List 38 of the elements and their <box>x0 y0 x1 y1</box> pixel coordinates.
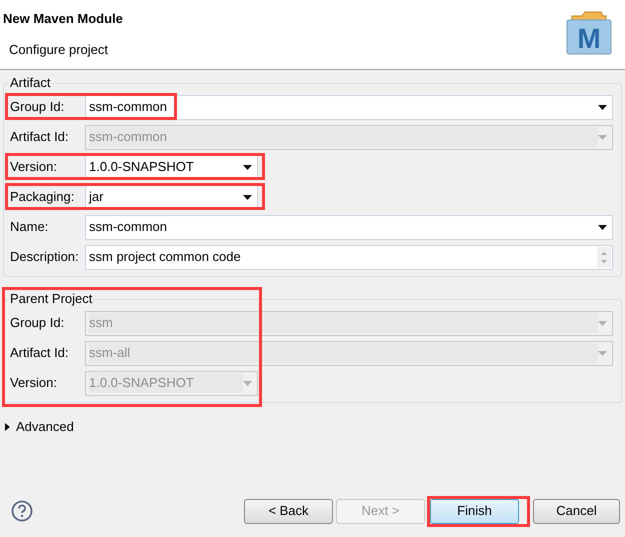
combo-box[interactable]: ssm-common <box>85 94 613 120</box>
combo-value: jar <box>89 188 104 206</box>
field-label: Group Id: <box>10 98 66 116</box>
dropdown-arrow-icon <box>598 224 607 230</box>
combo-box[interactable]: ssm-common <box>85 214 613 240</box>
field-label: Version: <box>10 374 58 392</box>
dialog-button[interactable]: Cancel <box>533 498 620 524</box>
combo-value: ssm-common <box>89 127 598 147</box>
dropdown-arrow-icon <box>243 380 252 386</box>
combo-value: 1.0.0-SNAPSHOT <box>89 158 195 176</box>
field-label: Description: <box>10 248 80 266</box>
advanced-toggle[interactable]: Advanced <box>0 417 74 436</box>
combo-value: ssm-all <box>89 343 598 363</box>
collapsed-triangle-icon <box>5 422 10 431</box>
field-label: Version: <box>10 158 58 176</box>
dropdown-arrow-icon <box>598 320 607 326</box>
dialog-button[interactable]: Finish <box>430 498 519 524</box>
window-title: New Maven Module <box>3 10 123 28</box>
dropdown-arrow-icon <box>598 134 607 140</box>
combo-value: ssm <box>89 313 598 333</box>
text-field[interactable]: ssm project common code <box>85 244 613 270</box>
field-label: Name: <box>10 218 50 236</box>
field-label: Artifact Id: <box>10 344 70 362</box>
dropdown-arrow-icon <box>243 164 252 170</box>
combo-value: ssm-common <box>89 98 168 116</box>
help-icon[interactable] <box>11 500 33 522</box>
field-label: Packaging: <box>10 188 76 206</box>
dropdown-arrow-icon <box>243 194 252 200</box>
dropdown-arrow-icon <box>598 104 607 110</box>
field-label: Artifact Id: <box>10 128 70 146</box>
window-subtitle: Configure project <box>8 40 109 59</box>
dropdown-arrow-icon <box>598 350 607 356</box>
combo-value: ssm-common <box>89 218 168 236</box>
group-title: Parent Project <box>9 291 94 307</box>
field-label: Group Id: <box>10 314 66 332</box>
field-value: ssm project common code <box>89 248 242 266</box>
combo-value: 1.0.0-SNAPSHOT <box>89 373 243 393</box>
dialog-button[interactable]: < Back <box>244 498 333 524</box>
